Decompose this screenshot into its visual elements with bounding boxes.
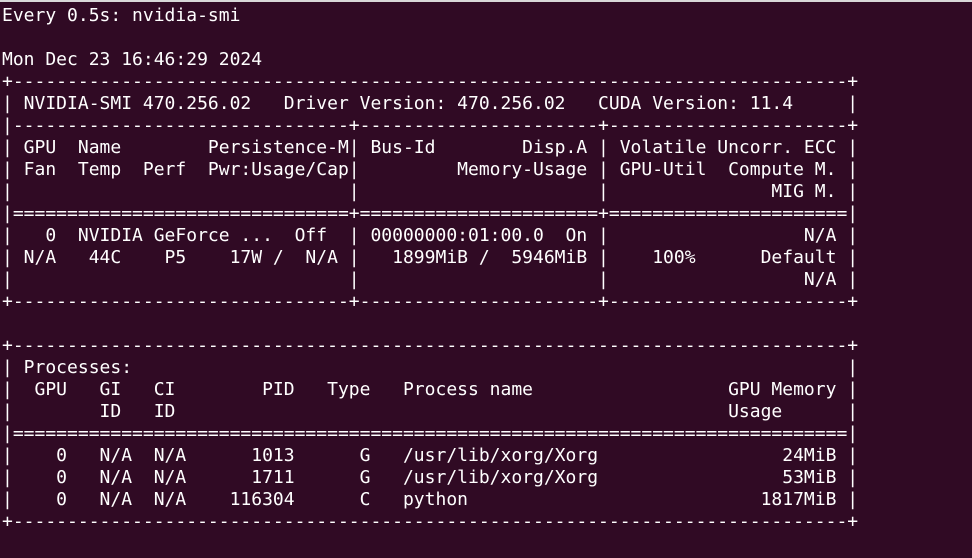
processes-border-top: +---------------------------------------… — [2, 335, 859, 356]
gpu-header-divider: |===============================+=======… — [2, 203, 859, 224]
table-border-top: +---------------------------------------… — [2, 71, 859, 92]
terminal-window[interactable]: Every 0.5s: nvidia-smi Mon Dec 23 16:46:2… — [0, 0, 972, 558]
gpu-row-1: | 0 NVIDIA GeForce ... Off | 00000000:01… — [2, 225, 859, 246]
table-border-bottom: +-------------------------------+-------… — [2, 291, 859, 312]
gpu-row-2: | N/A 44C P5 17W / N/A | 1899MiB / 5946M… — [2, 247, 859, 268]
process-row: | 0 N/A N/A 116304 C python 1817MiB | — [2, 489, 859, 510]
processes-header-divider: |=======================================… — [2, 423, 859, 444]
processes-header-row-1: | GPU GI CI PID Type Process name GPU Me… — [2, 379, 859, 400]
processes-border-bottom: +---------------------------------------… — [2, 511, 859, 532]
gpu-row-3: | | | N/A | — [2, 269, 859, 290]
gpu-header-row-1: | GPU Name Persistence-M| Bus-Id Disp.A … — [2, 137, 859, 158]
watch-header: Every 0.5s: nvidia-smi — [2, 5, 241, 26]
process-row: | 0 N/A N/A 1013 G /usr/lib/xorg/Xorg 24… — [2, 445, 859, 466]
smi-version-row: | NVIDIA-SMI 470.256.02 Driver Version: … — [2, 93, 859, 114]
gpu-header-row-3: | | | MIG M. | — [2, 181, 859, 202]
processes-title: | Processes: | — [2, 357, 859, 378]
process-row: | 0 N/A N/A 1711 G /usr/lib/xorg/Xorg 53… — [2, 467, 859, 488]
processes-header-row-2: | ID ID Usage | — [2, 401, 859, 422]
gpu-header-row-2: | Fan Temp Perf Pwr:Usage/Cap| Memory-Us… — [2, 159, 859, 180]
timestamp-line: Mon Dec 23 16:46:29 2024 — [2, 49, 263, 70]
window-top-border — [0, 0, 972, 2]
table-separator: |-------------------------------+-------… — [2, 115, 859, 136]
terminal-output: Every 0.5s: nvidia-smi Mon Dec 23 16:46:2… — [2, 5, 858, 533]
